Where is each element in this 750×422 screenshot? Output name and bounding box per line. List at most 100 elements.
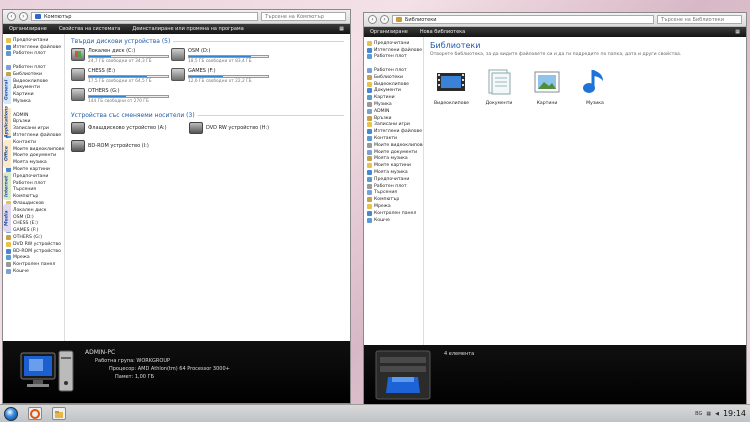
library-music[interactable]: Музика [578, 67, 612, 106]
nav-item-label: Видеоклипове [13, 78, 48, 84]
nav-item[interactable]: Документи [6, 85, 64, 92]
nav-item[interactable]: Връзки [6, 119, 64, 126]
nav-item[interactable]: Предпочитани [6, 173, 64, 180]
view-options-icon[interactable]: ▦ [735, 29, 740, 35]
nav-item[interactable]: Работен плот [6, 180, 64, 187]
nav-item[interactable]: Моите документи [367, 149, 423, 156]
opera-taskbar-button[interactable] [28, 407, 42, 420]
nav-item[interactable]: Музика [6, 98, 64, 105]
drive-item[interactable]: OSM (D:) 18,5 ГБ свободни от 83,4 ГБ [171, 48, 269, 64]
tab-applications[interactable]: Applications [3, 106, 11, 138]
forward-button[interactable]: › [380, 15, 389, 24]
nav-item[interactable]: Моите картини [6, 166, 64, 173]
organize-button[interactable]: Организиране [370, 29, 408, 35]
nav-item[interactable]: Търсения [6, 187, 64, 194]
search-input[interactable]: Търсене на Библиотеки [657, 15, 742, 24]
library-videos[interactable]: Видеоклипове [434, 67, 469, 106]
nav-item[interactable]: Предпочитани [6, 37, 64, 44]
nav-item[interactable]: Компютър [6, 193, 64, 200]
nav-item[interactable]: Моята музика [367, 169, 423, 176]
library-pictures[interactable]: Картини [530, 67, 564, 106]
removable-drive-item[interactable]: DVD RW устройство (H:) [189, 122, 307, 134]
tab-internet[interactable]: Internet [3, 172, 11, 200]
nav-item[interactable]: Музика [367, 101, 423, 108]
nav-item[interactable]: Контакти [367, 135, 423, 142]
clock[interactable]: 19:14 [723, 409, 746, 418]
nav-item[interactable]: Моите видеоклипове [6, 146, 64, 153]
nav-item[interactable]: Записани игри [6, 125, 64, 132]
nav-item[interactable]: Изтеглени файлове [367, 47, 423, 54]
explorer-taskbar-button[interactable] [52, 407, 66, 420]
nav-item[interactable]: Работен плот [367, 54, 423, 61]
removable-drive-item[interactable]: Флашдисково устройство (A:) [71, 122, 189, 134]
nav-item[interactable]: Мрежа [367, 203, 423, 210]
network-icon[interactable]: ▦ [706, 411, 711, 417]
nav-item[interactable]: Изтеглени файлове [367, 128, 423, 135]
nav-item[interactable]: DVD RW устройство [6, 241, 64, 248]
nav-item[interactable]: Контролен панел [6, 261, 64, 268]
drive-item[interactable]: CHESS (E:) 17,5 ГБ свободни от 64,5 ГБ [71, 68, 169, 84]
nav-item[interactable]: Работен плот [6, 51, 64, 58]
nav-item[interactable]: Моите документи [6, 153, 64, 160]
nav-item[interactable]: Изтеглени файлове [6, 44, 64, 51]
start-button[interactable] [4, 406, 18, 421]
nav-item[interactable]: Контакти [6, 139, 64, 146]
nav-item[interactable]: Кошче [367, 217, 423, 224]
address-bar[interactable]: Библиотеки [392, 15, 654, 24]
nav-item[interactable]: Локален диск [6, 207, 64, 214]
nav-item[interactable]: Моята музика [6, 159, 64, 166]
drive-item[interactable]: GAMES (F:) 12,6 ГБ свободни от 22,2 ГБ [171, 68, 269, 84]
nav-item[interactable]: Записани игри [367, 122, 423, 129]
view-options-icon[interactable]: ▦ [339, 26, 344, 32]
nav-item[interactable]: Контролен панел [367, 210, 423, 217]
nav-item[interactable]: Работен плот [367, 183, 423, 190]
system-properties-button[interactable]: Свойства на системата [59, 26, 120, 32]
nav-item[interactable]: Компютър [367, 196, 423, 203]
nav-item[interactable]: Работен плот [367, 67, 423, 74]
organize-button[interactable]: Организиране [9, 26, 47, 32]
nav-item[interactable]: Изтеглени файлове [6, 132, 64, 139]
tab-office[interactable]: Office [3, 140, 11, 168]
drive-item[interactable]: Локален диск (C:) 24,7 ГБ свободни от 34,… [71, 48, 169, 64]
nav-item[interactable]: Видеоклипове [6, 78, 64, 85]
library-documents[interactable]: Документи [482, 67, 516, 106]
tab-media[interactable]: Media [3, 204, 11, 232]
drive-item[interactable]: OTHERS (G:) 144 ГБ свободни от 270 ГБ [71, 88, 169, 104]
nav-item[interactable]: Библиотеки [6, 71, 64, 78]
nav-item[interactable]: GAMES (F:) [6, 227, 64, 234]
removable-drive-item[interactable]: BD-ROM устройство (I:) [71, 140, 189, 152]
language-indicator[interactable]: BG [695, 411, 702, 417]
nav-item[interactable]: Документи [367, 88, 423, 95]
forward-button[interactable]: › [19, 12, 28, 21]
back-button[interactable]: ‹ [7, 12, 16, 21]
nav-item[interactable]: OSM (D:) [6, 214, 64, 221]
nav-item[interactable]: Кошче [6, 268, 64, 275]
search-input[interactable]: Търсене на Компютър [261, 12, 346, 21]
tab-general[interactable]: General [3, 76, 11, 104]
address-bar[interactable]: Компютър [31, 12, 258, 21]
nav-item[interactable]: Предпочитани [367, 176, 423, 183]
nav-item[interactable]: OTHERS (G:) [6, 234, 64, 241]
nav-item[interactable]: Търсения [367, 190, 423, 197]
nav-item[interactable]: Работен плот [6, 64, 64, 71]
nav-item[interactable]: Картини [6, 91, 64, 98]
nav-item[interactable]: CHESS (E:) [6, 221, 64, 228]
nav-item[interactable]: ADMIN [6, 112, 64, 119]
nav-item[interactable]: BD-ROM устройство [6, 248, 64, 255]
nav-item[interactable]: Предпочитани [367, 40, 423, 47]
nav-item[interactable]: Библиотеки [367, 74, 423, 81]
nav-item[interactable]: ADMIN [367, 108, 423, 115]
uninstall-program-button[interactable]: Деинсталиране или промяна на програма [132, 26, 243, 32]
nav-item[interactable]: Връзки [367, 115, 423, 122]
new-library-button[interactable]: Нова библиотека [420, 29, 465, 35]
nav-item[interactable]: Флашдисков [6, 200, 64, 207]
nav-item[interactable]: Моята музика [367, 156, 423, 163]
nav-item[interactable]: Моите картини [367, 162, 423, 169]
nav-item[interactable]: Картини [367, 94, 423, 101]
nav-item[interactable]: Видеоклипове [367, 81, 423, 88]
volume-icon[interactable]: ◀ [715, 411, 719, 417]
back-button[interactable]: ‹ [368, 15, 377, 24]
nav-item[interactable]: Моите видеоклипове [367, 142, 423, 149]
nav-item[interactable]: Мрежа [6, 255, 64, 262]
